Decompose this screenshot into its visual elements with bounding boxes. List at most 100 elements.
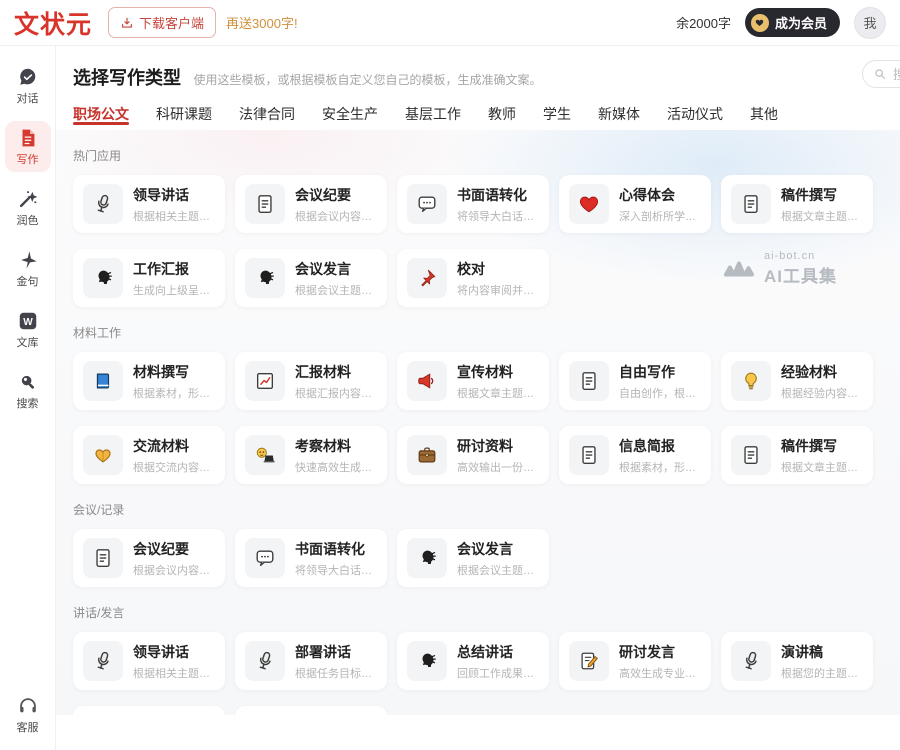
sidebar-item-support[interactable]: 客服 xyxy=(5,689,51,740)
card-desc: 将领导大白话转... xyxy=(295,562,379,578)
template-card[interactable]: 经验材料根据经验内容，... xyxy=(721,352,873,410)
template-card[interactable]: 稿件撰写根据文章主题，... xyxy=(721,175,873,233)
tab-职场公文[interactable]: 职场公文 xyxy=(73,104,129,130)
template-card[interactable]: 总结讲话回顾工作成果，... xyxy=(397,632,549,690)
download-client-button[interactable]: 下载客户端 xyxy=(108,7,216,38)
template-card[interactable]: 信息简报根据素材，形成... xyxy=(559,426,711,484)
card-desc: 根据任务目标，... xyxy=(295,665,379,681)
app-logo: 文状元 xyxy=(14,5,92,41)
search-box[interactable] xyxy=(862,60,900,88)
template-card[interactable]: 研讨发言高效生成专业研... xyxy=(559,632,711,690)
template-sections: 热门应用领导讲话根据相关主题及...会议纪要根据会议内容，...书面语转化将领导… xyxy=(56,130,900,715)
template-card[interactable]: 会议发言根据会议主题和... xyxy=(397,529,549,587)
template-card[interactable]: 自由写作自由创作，根据... xyxy=(559,352,711,410)
sidebar-item-writing[interactable]: 写作 xyxy=(5,121,51,172)
page-subtitle: 使用这些模板，或根据模板自定义您自己的模板，生成准确文案。 xyxy=(193,73,541,87)
template-card[interactable]: 校对将内容审阅并提... xyxy=(397,249,549,307)
card-title: 信息简报 xyxy=(619,436,703,456)
speech-bubble-icon xyxy=(245,538,285,578)
microphone-icon xyxy=(731,641,771,681)
template-card[interactable]: 演讲稿根据您的主题和... xyxy=(721,632,873,690)
page-header: 选择写作类型 使用这些模板，或根据模板自定义您自己的模板，生成准确文案。 xyxy=(56,46,900,90)
card-title: 会议发言 xyxy=(457,539,541,559)
template-card[interactable]: 书面语转化将领导大白话转... xyxy=(235,529,387,587)
tab-法律合同[interactable]: 法律合同 xyxy=(239,104,295,130)
template-card[interactable]: 会议纪要根据会议内容，... xyxy=(235,175,387,233)
tab-教师[interactable]: 教师 xyxy=(488,104,516,130)
card-title: 部署讲话 xyxy=(295,642,379,662)
template-card[interactable]: 宣传材料根据文章主题和... xyxy=(397,352,549,410)
card-title: 稿件撰写 xyxy=(781,185,865,205)
card-desc: 深入剖析所学所... xyxy=(619,208,703,224)
card-title: 会议纪要 xyxy=(295,185,379,205)
svg-text:W: W xyxy=(23,317,33,328)
template-card[interactable]: 座谈发言根据主旨内容，... xyxy=(73,706,225,715)
sidebar-item-polish[interactable]: 润色 xyxy=(5,182,51,233)
become-member-button[interactable]: 成为会员 xyxy=(745,8,840,37)
tab-新媒体[interactable]: 新媒体 xyxy=(598,104,640,130)
card-title: 会议发言 xyxy=(295,259,379,279)
template-card[interactable]: 研讨资料高效输出一份研... xyxy=(397,426,549,484)
document-icon xyxy=(731,184,771,224)
card-title: 研讨资料 xyxy=(457,436,541,456)
template-card[interactable]: 会议纪要根据会议内容，... xyxy=(73,529,225,587)
tab-学生[interactable]: 学生 xyxy=(543,104,571,130)
tab-其他[interactable]: 其他 xyxy=(750,104,778,130)
template-card[interactable]: 材料撰写根据素材，形成... xyxy=(73,352,225,410)
template-card[interactable]: 交流材料根据交流内容，... xyxy=(73,426,225,484)
chat-icon xyxy=(17,66,39,88)
template-card[interactable]: 表态发言轻松帮你生成表... xyxy=(235,706,387,715)
card-desc: 根据素材，形成... xyxy=(133,385,217,401)
card-desc: 根据相关主题及... xyxy=(133,208,217,224)
speaking-head-icon xyxy=(83,258,123,298)
template-card[interactable]: 心得体会深入剖析所学所... xyxy=(559,175,711,233)
sidebar-item-chat[interactable]: 对话 xyxy=(5,60,51,111)
template-card[interactable]: 考察材料快速高效生成党... xyxy=(235,426,387,484)
tab-活动仪式[interactable]: 活动仪式 xyxy=(667,104,723,130)
search-input[interactable] xyxy=(893,67,900,82)
card-title: 经验材料 xyxy=(781,362,865,382)
microphone-icon xyxy=(245,641,285,681)
template-card[interactable]: 工作汇报生成向上级呈现... xyxy=(73,249,225,307)
template-card[interactable]: 部署讲话根据任务目标，... xyxy=(235,632,387,690)
speaking-head-icon xyxy=(245,258,285,298)
person-laptop-icon xyxy=(245,435,285,475)
card-desc: 根据汇报内容，... xyxy=(295,385,379,401)
card-desc: 自由创作，根据... xyxy=(619,385,703,401)
tab-安全生产[interactable]: 安全生产 xyxy=(322,104,378,130)
blue-book-icon xyxy=(83,361,123,401)
template-card[interactable]: 会议发言根据会议主题和... xyxy=(235,249,387,307)
sidebar-item-quotes[interactable]: 金句 xyxy=(5,243,51,294)
card-title: 稿件撰写 xyxy=(781,436,865,456)
briefcase-icon xyxy=(407,435,447,475)
card-desc: 将领导大白话转... xyxy=(457,208,541,224)
card-title: 研讨发言 xyxy=(619,642,703,662)
sidebar-item-label: 客服 xyxy=(17,719,39,735)
document-icon xyxy=(731,435,771,475)
template-card[interactable]: 汇报材料根据汇报内容，... xyxy=(235,352,387,410)
avatar[interactable]: 我 xyxy=(854,7,886,39)
card-title: 交流材料 xyxy=(133,436,217,456)
card-desc: 快速高效生成党... xyxy=(295,459,379,475)
sidebar-item-library[interactable]: W文库 xyxy=(5,304,51,355)
section: 材料工作材料撰写根据素材，形成...汇报材料根据汇报内容，...宣传材料根据文章… xyxy=(73,324,883,484)
card-title: 工作汇报 xyxy=(133,259,217,279)
document-icon xyxy=(569,361,609,401)
tab-科研课题[interactable]: 科研课题 xyxy=(156,104,212,130)
template-card[interactable]: 领导讲话根据相关主题及... xyxy=(73,175,225,233)
megaphone-red-icon xyxy=(407,361,447,401)
template-card[interactable]: 稿件撰写根据文章主题，... xyxy=(721,426,873,484)
sidebar-item-search[interactable]: 搜索 xyxy=(5,365,51,416)
sidebar-item-label: 润色 xyxy=(17,212,39,228)
become-member-label: 成为会员 xyxy=(775,13,827,32)
tab-基层工作[interactable]: 基层工作 xyxy=(405,104,461,130)
template-card[interactable]: 书面语转化将领导大白话转... xyxy=(397,175,549,233)
memo-pencil-icon xyxy=(569,641,609,681)
card-desc: 根据文章主题和... xyxy=(457,385,541,401)
document-icon xyxy=(245,184,285,224)
spark-icon xyxy=(17,249,39,271)
template-card[interactable]: 领导讲话根据相关主题及... xyxy=(73,632,225,690)
card-desc: 回顾工作成果，... xyxy=(457,665,541,681)
card-title: 书面语转化 xyxy=(295,539,379,559)
card-title: 自由写作 xyxy=(619,362,703,382)
